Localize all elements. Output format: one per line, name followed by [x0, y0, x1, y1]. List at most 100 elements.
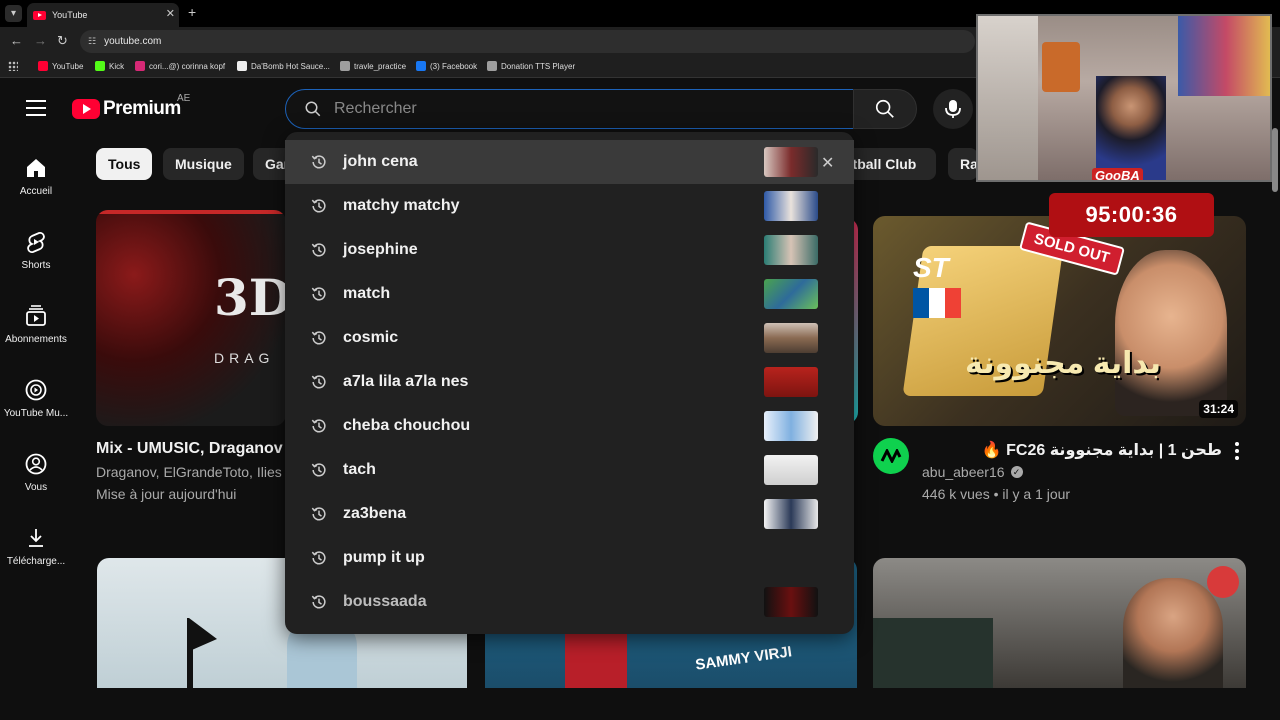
guide-item-label: YouTube Mu...	[3, 408, 69, 419]
guide-item-subscriptions[interactable]: Abonnements	[0, 304, 72, 345]
suggestion-item[interactable]: za3bena	[285, 492, 854, 536]
bookmark-label: cori...@) corinna kopf	[149, 61, 226, 71]
video-thumbnail-kitchen[interactable]	[873, 558, 1246, 688]
suggestion-item[interactable]: match	[285, 272, 854, 316]
browser-tab[interactable]: YouTube ✕	[27, 3, 179, 27]
search-input[interactable]	[334, 100, 814, 118]
video-title[interactable]: طحن 1 | بداية مجنوونة FC26 🔥	[922, 440, 1222, 460]
suggestion-thumbnail	[764, 587, 818, 617]
suggestion-text: matchy matchy	[343, 197, 460, 214]
search-box[interactable]	[285, 89, 854, 129]
history-icon	[311, 243, 326, 257]
guide-menu-icon[interactable]	[26, 100, 46, 116]
suggestion-thumbnail	[764, 323, 818, 353]
webcam-scarves	[1178, 16, 1270, 96]
countdown-timer: 95:00:36	[1049, 193, 1214, 237]
guide-item-label: Télécharge...	[6, 556, 66, 567]
guide-item-shorts[interactable]: Shorts	[0, 230, 72, 271]
search-suggestions-dropdown: john cena ✕ matchy matchy josephine match cos…	[285, 132, 854, 634]
guide-item-label: Accueil	[19, 186, 53, 197]
chip-music[interactable]: Musique	[163, 148, 244, 180]
video-channel[interactable]: abu_abeer16	[922, 464, 1005, 480]
video-channel-row[interactable]: abu_abeer16 ✓	[922, 464, 1023, 480]
webcam-poster	[1042, 42, 1080, 92]
video-duration: 31:24	[1199, 400, 1238, 418]
facebook-icon	[416, 61, 426, 71]
bookmark-kick[interactable]: Kick	[95, 61, 124, 71]
suggestion-text: cheba chouchou	[343, 417, 471, 434]
suggestion-item[interactable]: pump it up	[285, 536, 854, 580]
bookmark-travle[interactable]: travle_practice	[340, 61, 406, 71]
thumbnail-logo-text: 3D	[214, 268, 286, 327]
suggestion-item[interactable]: a7la lila a7la nes	[285, 360, 854, 404]
reload-icon[interactable]: ↻	[57, 33, 68, 49]
thumbnail-flag-shape	[187, 618, 217, 688]
bookmark-instagram[interactable]: cori...@) corinna kopf	[135, 61, 225, 71]
video-channel[interactable]: Draganov, ElGrandeToto, Ilies T	[96, 464, 294, 480]
video-title[interactable]: Mix - UMUSIC, Draganov -	[96, 440, 292, 458]
suggestion-item[interactable]: cosmic	[285, 316, 854, 360]
bookmark-label: YouTube	[52, 61, 84, 71]
video-thumbnail-mix-umusic[interactable]: 3D DRAG	[96, 210, 286, 426]
search-button[interactable]	[853, 89, 917, 129]
bookmark-label: (3) Facebook	[430, 61, 478, 71]
subscriptions-icon	[26, 305, 46, 326]
youtube-play-icon	[72, 99, 100, 119]
guide-item-downloads[interactable]: Télécharge...	[0, 526, 72, 567]
back-arrow-icon[interactable]: ←	[10, 33, 23, 48]
home-icon	[27, 159, 45, 177]
suggestion-item[interactable]: john cena ✕	[285, 140, 854, 184]
history-icon	[311, 419, 326, 433]
suggestion-text: a7la lila a7la nes	[343, 373, 469, 390]
chip-all[interactable]: Tous	[96, 148, 153, 180]
address-bar[interactable]: ☷ youtube.com	[80, 30, 975, 53]
guide-item-label: Shorts	[21, 260, 51, 271]
bookmark-donation-tts[interactable]: Donation TTS Player	[487, 61, 575, 71]
thumbnail-person	[1115, 250, 1227, 416]
suggestion-item[interactable]: matchy matchy	[285, 184, 854, 228]
webcam-wall	[978, 16, 1038, 180]
webcam-person	[1096, 76, 1166, 180]
suggestion-text: match	[343, 285, 391, 302]
dabomb-icon	[237, 61, 247, 71]
thumbnail-text: SAMMY VIRJI	[694, 643, 793, 674]
video-thumbnail-fc26[interactable]: ST SOLD OUT بداية مجنوونة 31:24	[873, 216, 1246, 426]
suggestion-thumbnail	[764, 411, 818, 441]
suggestion-text: boussaada	[343, 593, 427, 610]
new-tab-button[interactable]: +	[188, 4, 196, 20]
channel-avatar[interactable]	[873, 438, 909, 474]
more-actions-icon[interactable]	[1234, 442, 1240, 460]
page-scrollbar[interactable]	[1272, 128, 1278, 192]
youtube-music-icon	[25, 379, 47, 401]
site-info-icon[interactable]: ☷	[88, 36, 96, 47]
france-flag-icon	[913, 288, 961, 318]
chip-ra[interactable]: Ra	[948, 148, 978, 180]
bookmark-dabomb[interactable]: Da'Bomb Hot Sauce...	[237, 61, 330, 71]
thumbnail-shelf	[873, 618, 993, 688]
voice-search-button[interactable]	[933, 89, 973, 129]
close-tab-icon[interactable]: ✕	[166, 7, 175, 20]
webcam-name-tag: GooBA	[1092, 168, 1143, 180]
suggestion-text: za3bena	[343, 505, 407, 522]
webcam-overlay: GooBA	[976, 14, 1272, 182]
forward-arrow-icon[interactable]: →	[34, 33, 47, 48]
suggestion-item[interactable]: josephine	[285, 228, 854, 272]
suggestion-item[interactable]: cheba chouchou	[285, 404, 854, 448]
remove-suggestion-icon[interactable]: ✕	[821, 153, 834, 173]
apps-grid-icon[interactable]	[8, 61, 18, 71]
guide-item-home[interactable]: Accueil	[0, 156, 72, 197]
suggestion-text: pump it up	[343, 549, 425, 566]
guide-item-youtube-music[interactable]: YouTube Mu...	[0, 378, 72, 419]
bookmark-label: Donation TTS Player	[501, 61, 576, 71]
guide-item-you[interactable]: Vous	[0, 452, 72, 493]
history-icon	[311, 199, 326, 213]
kick-icon	[95, 61, 105, 71]
bookmark-facebook[interactable]: (3) Facebook	[416, 61, 477, 71]
suggestion-item[interactable]: tach	[285, 448, 854, 492]
bookmark-youtube[interactable]: YouTube	[38, 61, 83, 71]
video-updated: Mise à jour aujourd'hui	[96, 486, 237, 502]
tab-search-menu-icon[interactable]: ▾	[5, 5, 22, 22]
youtube-premium-logo[interactable]: Premium	[72, 98, 181, 120]
suggestion-item[interactable]: boussaada	[285, 580, 854, 624]
travle-icon	[340, 61, 350, 71]
